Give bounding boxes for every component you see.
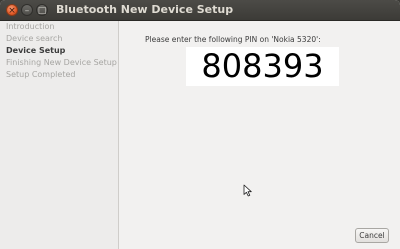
pin-prompt: Please enter the following PIN on 'Nokia… (145, 35, 321, 44)
minimize-button[interactable]: – (21, 4, 33, 16)
cancel-button[interactable]: Cancel (355, 228, 389, 243)
minimize-icon: – (24, 6, 30, 16)
step-setup-completed: Setup Completed (6, 70, 76, 79)
mouse-pointer-icon (243, 184, 252, 197)
step-finishing-setup: Finishing New Device Setup (6, 58, 117, 67)
step-introduction: Introduction (6, 22, 55, 31)
close-icon: × (8, 6, 16, 16)
title-bar[interactable]: × – □ Bluetooth New Device Setup (0, 0, 400, 21)
steps-sidebar: Introduction Device search Device Setup … (0, 21, 119, 249)
app-window: × – □ Bluetooth New Device Setup Introdu… (0, 0, 400, 249)
maximize-button[interactable]: □ (36, 4, 48, 16)
pin-code: 808393 (201, 47, 324, 85)
maximize-icon: □ (37, 6, 47, 16)
step-device-search: Device search (6, 34, 63, 43)
close-button[interactable]: × (6, 4, 18, 16)
window-title: Bluetooth New Device Setup (56, 3, 234, 16)
step-device-setup: Device Setup (6, 46, 66, 55)
main-content: Please enter the following PIN on 'Nokia… (119, 21, 400, 249)
pin-display: 808393 (186, 47, 339, 86)
